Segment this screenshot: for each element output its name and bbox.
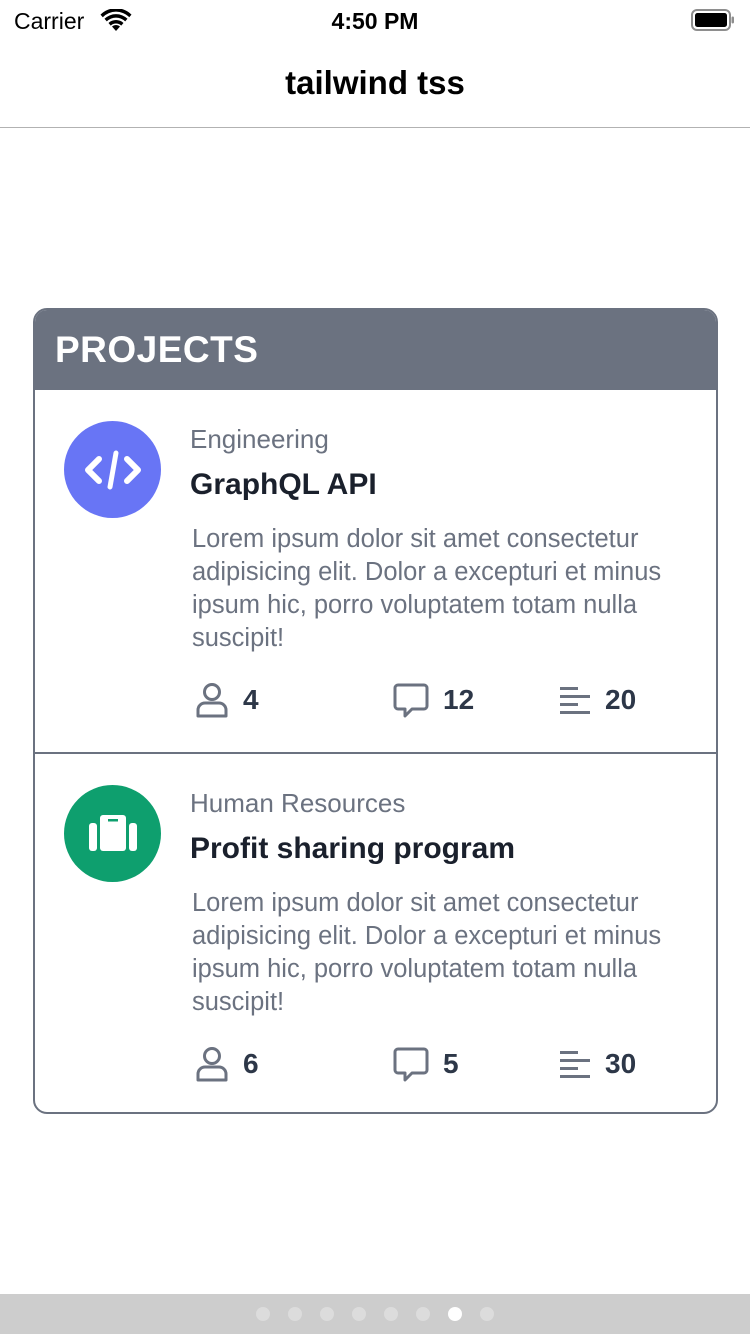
page-dot[interactable] [384, 1307, 398, 1321]
tasks-list-icon [560, 687, 590, 714]
comment-icon [393, 1047, 429, 1082]
code-icon [84, 450, 141, 489]
navigation-bar: tailwind tss [0, 40, 750, 128]
members-count: 4 [243, 684, 259, 715]
tasks-count: 30 [605, 1048, 637, 1079]
project-item[interactable]: Human Resources Profit sharing program L… [35, 752, 716, 1112]
comments-stat: 12 [393, 680, 474, 720]
tasks-stat: 30 [559, 1044, 636, 1084]
page-dot[interactable] [480, 1307, 494, 1321]
user-icon [196, 1047, 228, 1082]
battery-icon [691, 9, 734, 31]
comment-icon [393, 683, 429, 718]
members-count: 6 [243, 1048, 259, 1079]
project-category: Engineering [190, 424, 329, 454]
page-dot[interactable] [256, 1307, 270, 1321]
project-title[interactable]: Profit sharing program [190, 832, 515, 866]
members-stat: 4 [195, 680, 259, 720]
members-stat: 6 [195, 1044, 259, 1084]
nav-title: tailwind tss [285, 64, 465, 101]
briefcase-icon [88, 814, 137, 851]
project-stats: 4 12 20 [195, 680, 665, 720]
page-dot[interactable] [320, 1307, 334, 1321]
comments-count: 5 [443, 1048, 459, 1079]
project-description: Lorem ipsum dolor sit amet consectetur a… [192, 889, 662, 1016]
projects-card: PROJECTS Engineering GraphQL API Lorem i… [33, 308, 718, 1114]
project-avatar [64, 421, 161, 518]
page-control[interactable] [0, 1294, 750, 1334]
tasks-list-icon [560, 1051, 590, 1078]
project-stats: 6 5 30 [195, 1044, 665, 1084]
page-dot[interactable] [416, 1307, 430, 1321]
page-dot[interactable] [448, 1307, 462, 1321]
comments-stat: 5 [393, 1044, 459, 1084]
tasks-stat: 20 [559, 680, 636, 720]
tasks-count: 20 [605, 684, 637, 715]
project-item[interactable]: Engineering GraphQL API Lorem ipsum dolo… [35, 390, 716, 752]
user-icon [196, 683, 228, 718]
project-category: Human Resources [190, 788, 406, 818]
card-header-title: PROJECTS [55, 329, 259, 370]
status-bar: Carrier 4:50 PM [0, 0, 750, 40]
page-dot[interactable] [352, 1307, 366, 1321]
comments-count: 12 [443, 684, 475, 715]
page-dot[interactable] [288, 1307, 302, 1321]
card-header: PROJECTS [35, 310, 716, 390]
project-description: Lorem ipsum dolor sit amet consectetur a… [192, 525, 662, 652]
clock: 4:50 PM [331, 8, 419, 34]
project-title[interactable]: GraphQL API [190, 468, 377, 502]
project-avatar [64, 785, 161, 882]
